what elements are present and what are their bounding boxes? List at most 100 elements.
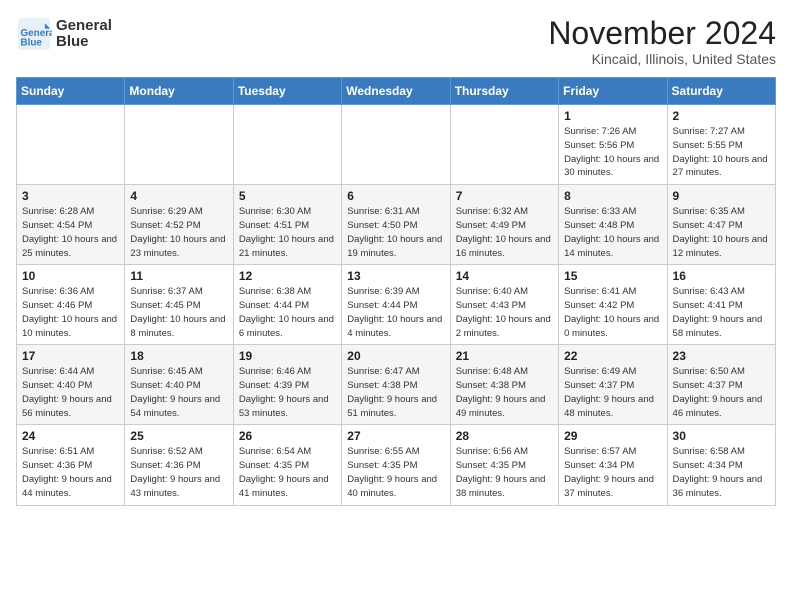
calendar-cell: 15 Sunrise: 6:41 AM Sunset: 4:42 PM Dayli… (559, 265, 667, 345)
day-info: Sunrise: 6:50 AM Sunset: 4:37 PM Dayligh… (673, 365, 771, 420)
day-info: Sunrise: 6:47 AM Sunset: 4:38 PM Dayligh… (347, 365, 445, 420)
day-info: Sunrise: 6:43 AM Sunset: 4:41 PM Dayligh… (673, 285, 771, 340)
calendar-cell: 16 Sunrise: 6:43 AM Sunset: 4:41 PM Dayli… (667, 265, 775, 345)
calendar-cell: 8 Sunrise: 6:33 AM Sunset: 4:48 PM Daylig… (559, 185, 667, 265)
day-number: 9 (673, 189, 771, 203)
day-info: Sunrise: 6:28 AM Sunset: 4:54 PM Dayligh… (22, 205, 120, 260)
day-number: 18 (130, 349, 228, 363)
day-number: 8 (564, 189, 662, 203)
day-number: 15 (564, 269, 662, 283)
day-info: Sunrise: 6:57 AM Sunset: 4:34 PM Dayligh… (564, 445, 662, 500)
calendar-cell: 30 Sunrise: 6:58 AM Sunset: 4:34 PM Dayli… (667, 425, 775, 505)
day-number: 27 (347, 429, 445, 443)
day-number: 20 (347, 349, 445, 363)
calendar-cell: 29 Sunrise: 6:57 AM Sunset: 4:34 PM Dayli… (559, 425, 667, 505)
location: Kincaid, Illinois, United States (548, 51, 776, 67)
day-info: Sunrise: 6:41 AM Sunset: 4:42 PM Dayligh… (564, 285, 662, 340)
month-title: November 2024 (548, 16, 776, 51)
calendar-cell (233, 105, 341, 185)
day-number: 11 (130, 269, 228, 283)
weekday-header: Sunday (17, 78, 125, 105)
calendar-cell: 9 Sunrise: 6:35 AM Sunset: 4:47 PM Daylig… (667, 185, 775, 265)
day-number: 10 (22, 269, 120, 283)
calendar-cell (450, 105, 558, 185)
calendar-cell: 3Sunrise: 6:28 AM Sunset: 4:54 PM Daylig… (17, 185, 125, 265)
day-number: 23 (673, 349, 771, 363)
day-number: 17 (22, 349, 120, 363)
calendar-cell: 24Sunrise: 6:51 AM Sunset: 4:36 PM Dayli… (17, 425, 125, 505)
day-info: Sunrise: 6:44 AM Sunset: 4:40 PM Dayligh… (22, 365, 120, 420)
day-number: 30 (673, 429, 771, 443)
weekday-header: Monday (125, 78, 233, 105)
svg-text:Blue: Blue (21, 38, 43, 49)
day-info: Sunrise: 6:46 AM Sunset: 4:39 PM Dayligh… (239, 365, 337, 420)
calendar-cell: 21 Sunrise: 6:48 AM Sunset: 4:38 PM Dayli… (450, 345, 558, 425)
calendar-cell (342, 105, 450, 185)
calendar-week-row: 24Sunrise: 6:51 AM Sunset: 4:36 PM Dayli… (17, 425, 776, 505)
calendar-cell: 22 Sunrise: 6:49 AM Sunset: 4:37 PM Dayli… (559, 345, 667, 425)
day-info: Sunrise: 6:38 AM Sunset: 4:44 PM Dayligh… (239, 285, 337, 340)
calendar-cell: 28 Sunrise: 6:56 AM Sunset: 4:35 PM Dayli… (450, 425, 558, 505)
day-info: Sunrise: 6:40 AM Sunset: 4:43 PM Dayligh… (456, 285, 554, 340)
day-number: 21 (456, 349, 554, 363)
calendar-cell: 18Sunrise: 6:45 AM Sunset: 4:40 PM Dayli… (125, 345, 233, 425)
day-info: Sunrise: 6:29 AM Sunset: 4:52 PM Dayligh… (130, 205, 228, 260)
day-number: 22 (564, 349, 662, 363)
calendar-cell (125, 105, 233, 185)
calendar-cell: 6 Sunrise: 6:31 AM Sunset: 4:50 PM Daylig… (342, 185, 450, 265)
weekday-header: Saturday (667, 78, 775, 105)
calendar-cell: 10Sunrise: 6:36 AM Sunset: 4:46 PM Dayli… (17, 265, 125, 345)
calendar-week-row: 10Sunrise: 6:36 AM Sunset: 4:46 PM Dayli… (17, 265, 776, 345)
calendar-body: 1 Sunrise: 7:26 AM Sunset: 5:56 PM Daylig… (17, 105, 776, 505)
weekday-header: Thursday (450, 78, 558, 105)
day-info: Sunrise: 6:31 AM Sunset: 4:50 PM Dayligh… (347, 205, 445, 260)
day-number: 26 (239, 429, 337, 443)
day-number: 13 (347, 269, 445, 283)
logo-icon: General Blue (16, 16, 52, 52)
day-info: Sunrise: 7:26 AM Sunset: 5:56 PM Dayligh… (564, 125, 662, 180)
weekday-header: Friday (559, 78, 667, 105)
day-number: 5 (239, 189, 337, 203)
title-block: November 2024 Kincaid, Illinois, United … (548, 16, 776, 67)
calendar-cell: 26 Sunrise: 6:54 AM Sunset: 4:35 PM Dayli… (233, 425, 341, 505)
day-number: 16 (673, 269, 771, 283)
day-info: Sunrise: 6:37 AM Sunset: 4:45 PM Dayligh… (130, 285, 228, 340)
day-number: 14 (456, 269, 554, 283)
day-info: Sunrise: 7:27 AM Sunset: 5:55 PM Dayligh… (673, 125, 771, 180)
day-info: Sunrise: 6:33 AM Sunset: 4:48 PM Dayligh… (564, 205, 662, 260)
calendar-header-row: SundayMondayTuesdayWednesdayThursdayFrid… (17, 78, 776, 105)
calendar-cell: 4Sunrise: 6:29 AM Sunset: 4:52 PM Daylig… (125, 185, 233, 265)
day-info: Sunrise: 6:58 AM Sunset: 4:34 PM Dayligh… (673, 445, 771, 500)
calendar-week-row: 17 Sunrise: 6:44 AM Sunset: 4:40 PM Dayli… (17, 345, 776, 425)
calendar-cell: 23 Sunrise: 6:50 AM Sunset: 4:37 PM Dayli… (667, 345, 775, 425)
calendar-cell: 20 Sunrise: 6:47 AM Sunset: 4:38 PM Dayli… (342, 345, 450, 425)
calendar-cell: 17 Sunrise: 6:44 AM Sunset: 4:40 PM Dayli… (17, 345, 125, 425)
day-info: Sunrise: 6:56 AM Sunset: 4:35 PM Dayligh… (456, 445, 554, 500)
calendar-cell: 27Sunrise: 6:55 AM Sunset: 4:35 PM Dayli… (342, 425, 450, 505)
day-number: 1 (564, 109, 662, 123)
day-info: Sunrise: 6:35 AM Sunset: 4:47 PM Dayligh… (673, 205, 771, 260)
calendar-cell: 19Sunrise: 6:46 AM Sunset: 4:39 PM Dayli… (233, 345, 341, 425)
day-number: 6 (347, 189, 445, 203)
day-info: Sunrise: 6:39 AM Sunset: 4:44 PM Dayligh… (347, 285, 445, 340)
calendar-cell: 13 Sunrise: 6:39 AM Sunset: 4:44 PM Dayli… (342, 265, 450, 345)
calendar-cell: 7 Sunrise: 6:32 AM Sunset: 4:49 PM Daylig… (450, 185, 558, 265)
weekday-header: Tuesday (233, 78, 341, 105)
day-info: Sunrise: 6:54 AM Sunset: 4:35 PM Dayligh… (239, 445, 337, 500)
day-number: 29 (564, 429, 662, 443)
weekday-header: Wednesday (342, 78, 450, 105)
day-number: 25 (130, 429, 228, 443)
day-info: Sunrise: 6:49 AM Sunset: 4:37 PM Dayligh… (564, 365, 662, 420)
page-header: General Blue General Blue November 2024 … (16, 16, 776, 67)
calendar-cell: 14 Sunrise: 6:40 AM Sunset: 4:43 PM Dayli… (450, 265, 558, 345)
calendar-cell: 2Sunrise: 7:27 AM Sunset: 5:55 PM Daylig… (667, 105, 775, 185)
calendar-week-row: 3Sunrise: 6:28 AM Sunset: 4:54 PM Daylig… (17, 185, 776, 265)
day-info: Sunrise: 6:48 AM Sunset: 4:38 PM Dayligh… (456, 365, 554, 420)
logo: General Blue General Blue (16, 16, 112, 52)
day-number: 12 (239, 269, 337, 283)
calendar-cell (17, 105, 125, 185)
day-info: Sunrise: 6:32 AM Sunset: 4:49 PM Dayligh… (456, 205, 554, 260)
calendar-cell: 25Sunrise: 6:52 AM Sunset: 4:36 PM Dayli… (125, 425, 233, 505)
day-number: 28 (456, 429, 554, 443)
day-number: 7 (456, 189, 554, 203)
